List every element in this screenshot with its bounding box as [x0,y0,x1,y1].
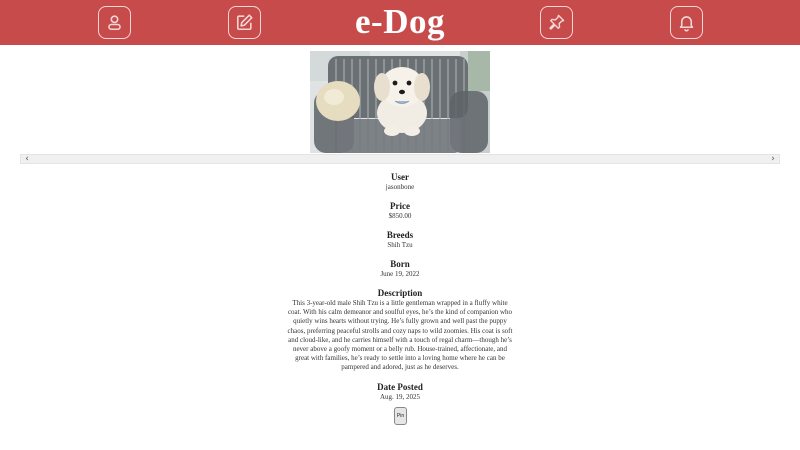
dog-photo-image [310,51,490,153]
field-date-posted: Date Posted Aug. 19, 2025 [285,382,515,402]
listing-details: User jasonbone Price $850.00 Breeds Shih… [285,172,515,411]
field-born: Born June 19, 2022 [285,259,515,279]
create-post-button[interactable] [228,6,261,39]
image-carousel-scrollbar[interactable]: ‹ › [20,154,780,164]
scroll-left-arrow-icon[interactable]: ‹ [22,154,32,164]
pinned-button[interactable] [540,6,573,39]
field-price: Price $850.00 [285,201,515,221]
price-value: $850.00 [388,212,412,220]
dog-photo [310,51,490,153]
description-value: This 3-year-old male Shih Tzu is a littl… [287,299,513,372]
field-user: User jasonbone [285,172,515,192]
field-label: Price [390,201,410,211]
field-label: Description [377,288,423,298]
user-value: jasonbone [385,183,415,191]
pin-icon [549,14,565,30]
born-value: June 19, 2022 [380,270,420,278]
notifications-button[interactable] [670,6,703,39]
breeds-value: Shih Tzu [387,241,413,249]
field-label: Date Posted [377,381,423,392]
field-description: Description This 3-year-old male Shih Tz… [285,288,515,373]
scroll-right-arrow-icon[interactable]: › [768,154,778,164]
user-icon [108,15,121,31]
top-navigation-bar: e-Dog [0,0,800,45]
pin-button[interactable]: Pin [394,407,407,425]
bell-icon [679,16,694,32]
field-label: User [391,172,409,182]
field-label: Breeds [386,230,414,240]
field-label: Born [390,259,410,269]
edit-icon [236,14,253,31]
profile-button[interactable] [98,6,131,39]
date-posted-value: Aug. 19, 2025 [379,392,421,401]
field-breeds: Breeds Shih Tzu [285,230,515,250]
